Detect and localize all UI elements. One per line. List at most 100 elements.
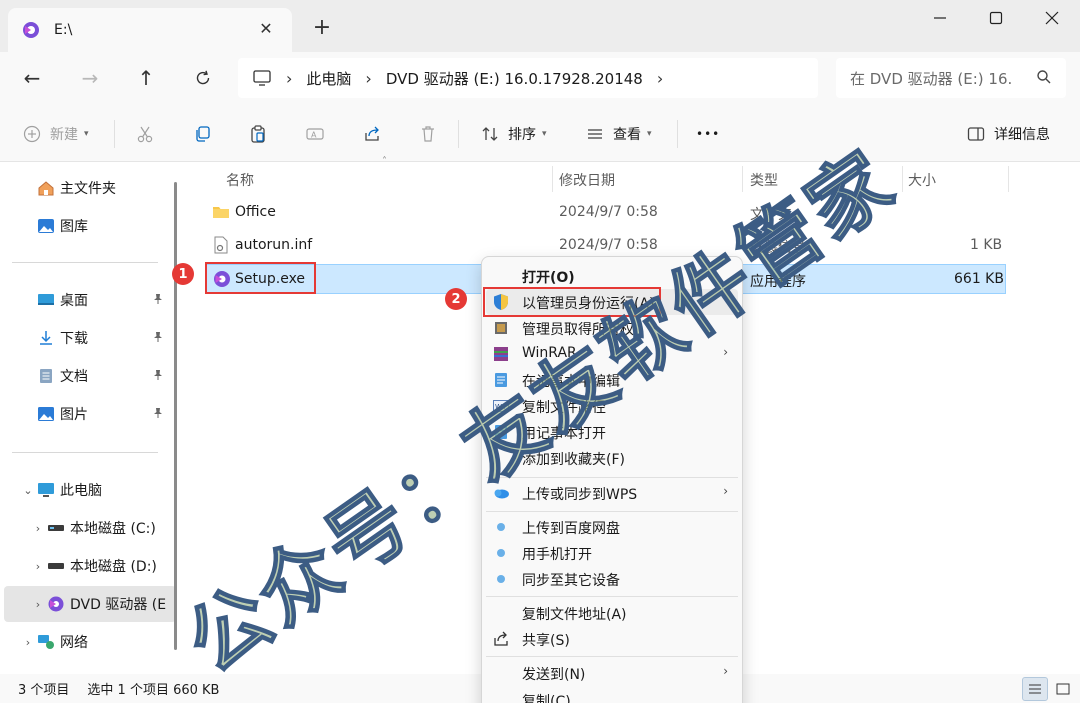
close-tab-icon[interactable]: ✕: [256, 19, 276, 38]
baidu-icon: [492, 570, 510, 588]
close-icon[interactable]: [1032, 4, 1072, 32]
menu-item-share[interactable]: 共享(S): [486, 626, 738, 652]
chevron-right-icon[interactable]: ›: [657, 69, 663, 88]
view-button[interactable]: 查看 ▾: [585, 120, 652, 148]
menu-divider: [486, 656, 738, 657]
breadcrumb-this-pc[interactable]: 此电脑: [306, 68, 351, 89]
search-input[interactable]: 在 DVD 驱动器 (E:) 16.: [836, 58, 1066, 98]
title-bar: E:\ ✕ +: [0, 0, 1080, 52]
context-menu: 打开(O) 以管理员身份运行(A) 管理员取得所有权 WinRAR › 在记事本…: [481, 256, 743, 703]
menu-item-wps-sync[interactable]: 上传或同步到WPS ›: [486, 480, 738, 506]
sidebar-item-label: 本地磁盘 (D:): [70, 559, 157, 575]
menu-item-copy-file-path[interactable]: W.. 复制文件路径: [486, 393, 738, 419]
minimize-icon[interactable]: [920, 4, 960, 32]
new-tab-button[interactable]: +: [308, 14, 336, 42]
menu-item-sync-devices[interactable]: 同步至其它设备: [486, 566, 738, 592]
menu-item-take-ownership[interactable]: 管理员取得所有权: [486, 315, 738, 341]
tiles-view-icon[interactable]: [1050, 677, 1076, 701]
up-icon[interactable]: ↑: [130, 62, 162, 94]
chevron-down-icon[interactable]: ⌄: [20, 484, 36, 497]
chevron-right-icon: ›: [286, 68, 293, 88]
sort-icon: [480, 124, 500, 144]
sidebar-item-desktop[interactable]: 桌面: [4, 282, 176, 318]
more-options-button[interactable]: •••: [696, 120, 720, 148]
menu-item-open-on-phone[interactable]: 用手机打开: [486, 540, 738, 566]
details-view-icon[interactable]: [1022, 677, 1048, 701]
search-placeholder: 在 DVD 驱动器 (E:) 16.: [850, 69, 1013, 88]
column-header-type[interactable]: 类型: [750, 166, 778, 194]
menu-item-winrar[interactable]: WinRAR ›: [486, 341, 738, 367]
sidebar-item-dvd-drive[interactable]: › DVD 驱动器 (E: [4, 586, 176, 622]
address-bar[interactable]: › 此电脑 › DVD 驱动器 (E:) 16.0.17928.20148 ›: [238, 58, 818, 98]
menu-item-open-with-notepad[interactable]: 用记事本打开: [486, 419, 738, 445]
column-header-name[interactable]: 名称: [226, 166, 254, 194]
sort-button[interactable]: 排序 ▾: [480, 120, 547, 148]
sidebar-item-home[interactable]: 主文件夹: [4, 170, 176, 206]
menu-item-edit-in-notepad[interactable]: 在记事本中编辑: [486, 367, 738, 393]
sidebar-item-gallery[interactable]: 图库: [4, 208, 176, 244]
svg-text:W..: W..: [495, 403, 506, 411]
copy-icon[interactable]: [192, 120, 220, 148]
paste-icon[interactable]: [248, 120, 276, 148]
share-icon[interactable]: [362, 120, 390, 148]
details-pane-button[interactable]: 详细信息: [966, 120, 1050, 148]
pin-icon[interactable]: [152, 407, 164, 423]
forward-icon[interactable]: →: [74, 62, 106, 94]
menu-item-copy[interactable]: 复制(C): [486, 687, 738, 703]
maximize-icon[interactable]: [976, 4, 1016, 32]
rename-icon[interactable]: A: [305, 120, 333, 148]
annotation-badge-2: 2: [445, 288, 467, 310]
pin-icon[interactable]: [152, 369, 164, 385]
drive-icon: [46, 519, 66, 537]
chevron-right-icon[interactable]: ›: [20, 636, 36, 649]
back-icon[interactable]: ←: [16, 62, 48, 94]
menu-item-open[interactable]: 打开(O): [486, 263, 738, 289]
chevron-right-icon[interactable]: ›: [30, 560, 46, 573]
pin-icon[interactable]: [152, 331, 164, 347]
refresh-icon[interactable]: [187, 62, 219, 94]
cloud-icon: [492, 484, 510, 502]
delete-icon[interactable]: [418, 120, 446, 148]
tab-e-drive[interactable]: E:\ ✕: [8, 8, 292, 52]
new-button[interactable]: 新建 ▾: [22, 120, 89, 148]
pin-icon[interactable]: [152, 293, 164, 309]
menu-item-copy-file-address[interactable]: 复制文件地址(A): [486, 600, 738, 626]
column-header-date[interactable]: 修改日期: [559, 166, 615, 194]
sidebar-item-label: 文档: [60, 369, 88, 385]
sidebar-item-drive-c[interactable]: › 本地磁盘 (C:): [4, 510, 176, 546]
file-row-office[interactable]: Office 2024/9/7 0:58 文件夹: [206, 198, 1006, 228]
menu-item-add-to-favorites[interactable]: 添加到收藏夹(F): [486, 445, 738, 471]
gallery-icon: [36, 217, 56, 235]
sidebar-item-network[interactable]: › 网络: [4, 624, 176, 660]
menu-item-send-to[interactable]: 发送到(N) ›: [486, 660, 738, 686]
dvd-icon: [46, 595, 66, 613]
sidebar-scrollbar[interactable]: [174, 182, 177, 650]
column-divider[interactable]: [742, 166, 743, 192]
file-name: Office: [235, 204, 276, 220]
sidebar-item-pictures[interactable]: 图片: [4, 396, 176, 432]
chevron-right-icon[interactable]: ›: [30, 598, 46, 611]
column-divider[interactable]: [1008, 166, 1009, 192]
cut-icon[interactable]: [135, 120, 163, 148]
plus-circle-icon: [22, 124, 42, 144]
sidebar-item-documents[interactable]: 文档: [4, 358, 176, 394]
address-row: ← → ↑ › 此电脑 › DVD 驱动器 (E:) 16.0.17928.20…: [0, 52, 1080, 104]
selection-info: 选中 1 个项目 660 KB: [87, 683, 220, 698]
column-divider[interactable]: [552, 166, 553, 192]
menu-item-baidu-upload[interactable]: 上传到百度网盘: [486, 514, 738, 540]
sidebar-item-downloads[interactable]: 下载: [4, 320, 176, 356]
sidebar-item-label: 桌面: [60, 293, 88, 309]
details-label: 详细信息: [994, 127, 1050, 143]
divider: [12, 262, 158, 263]
sidebar-item-drive-d[interactable]: › 本地磁盘 (D:): [4, 548, 176, 584]
column-header-size[interactable]: 大小: [908, 166, 936, 194]
chevron-down-icon: ▾: [647, 129, 652, 139]
sidebar-item-label: 下载: [60, 331, 88, 347]
tab-title: E:\: [54, 22, 73, 38]
sidebar-item-this-pc[interactable]: ⌄ 此电脑: [4, 472, 176, 508]
column-divider[interactable]: [902, 166, 903, 192]
annotation-box-run-as-admin: [483, 287, 661, 317]
breadcrumb-dvd-drive[interactable]: DVD 驱动器 (E:) 16.0.17928.20148: [386, 68, 643, 89]
computer-icon: [253, 70, 271, 86]
chevron-right-icon[interactable]: ›: [30, 522, 46, 535]
